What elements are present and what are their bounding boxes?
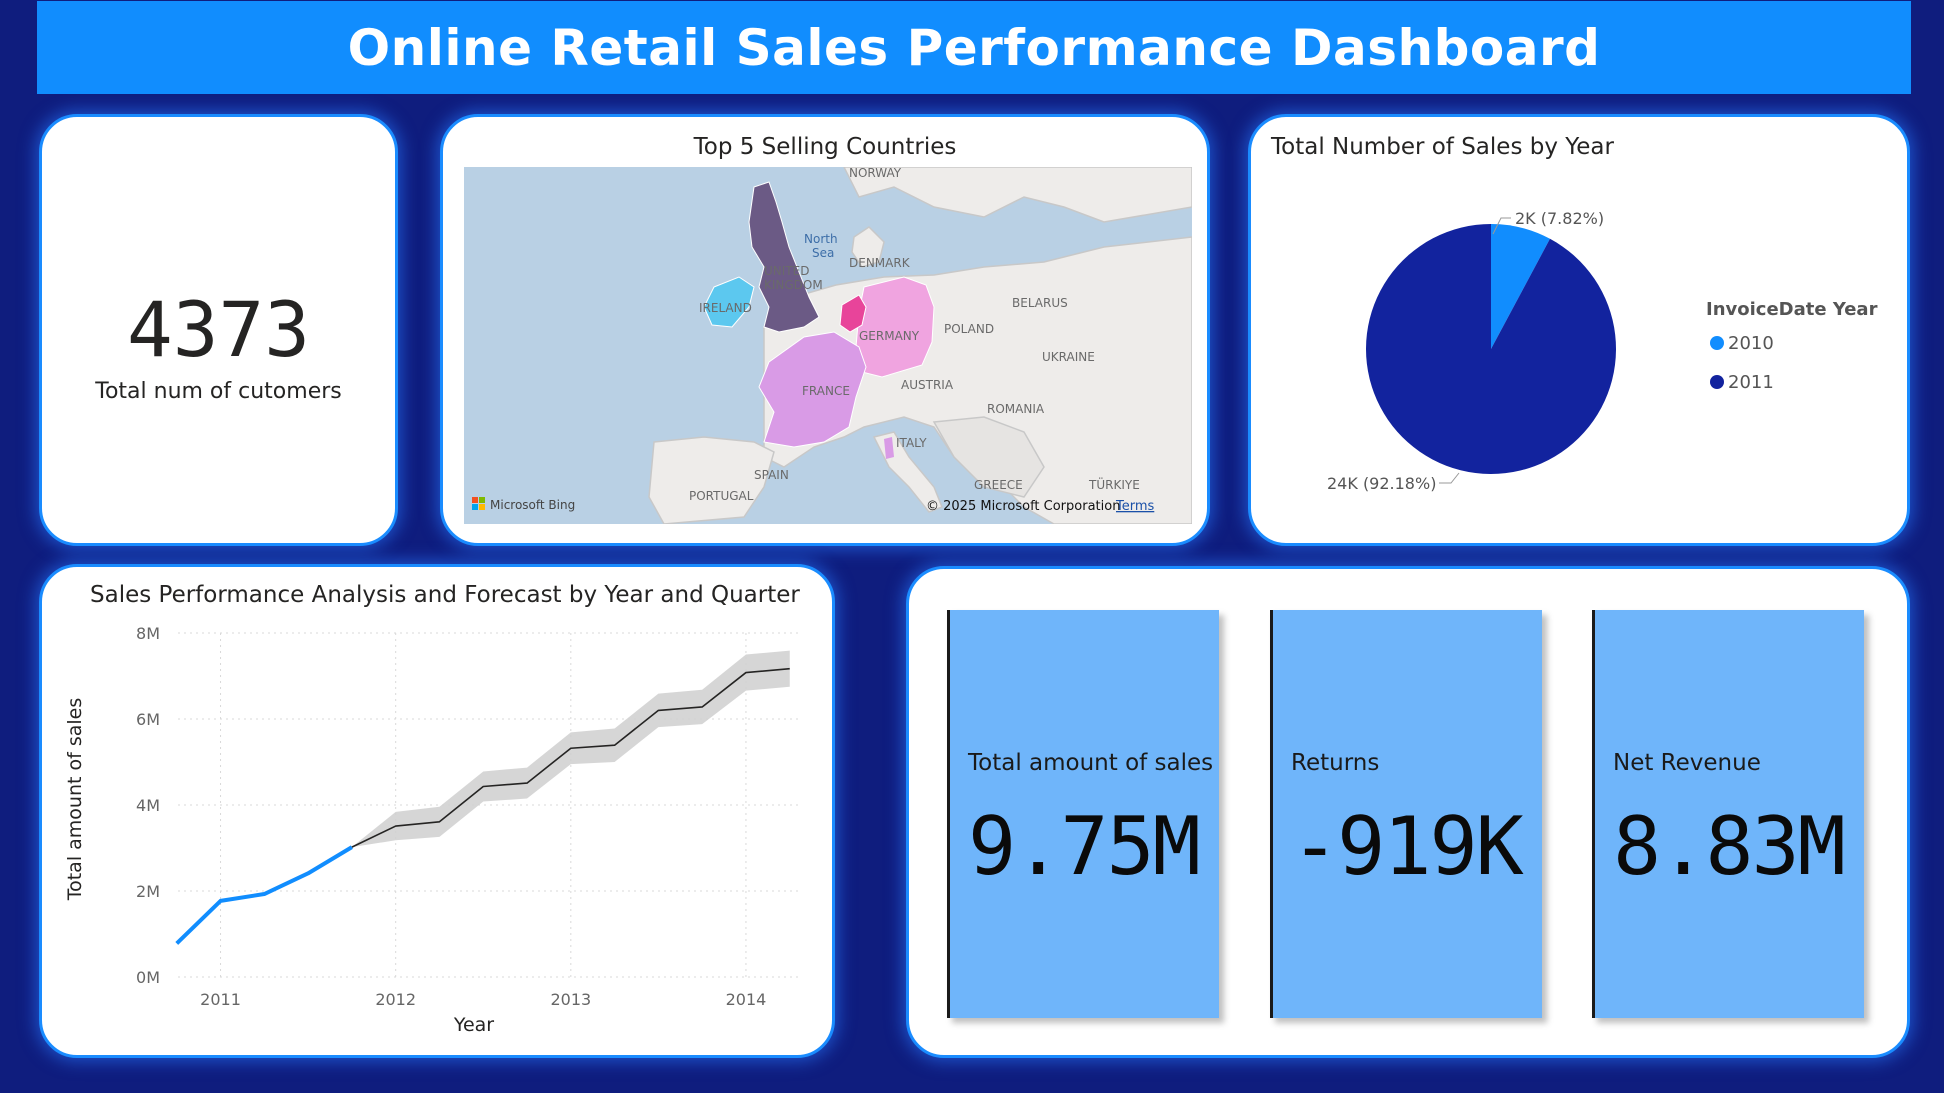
map-card[interactable]: Top 5 Selling Countries NORWAY North Sea…: [440, 114, 1210, 546]
x-tick-label: 2014: [726, 990, 767, 1009]
kpi-label: Net Revenue: [1613, 750, 1761, 776]
customers-value: 4373: [126, 285, 311, 374]
kpi-label: Returns: [1291, 750, 1380, 776]
map-label: DENMARK: [849, 256, 911, 270]
map-label: Sea: [812, 246, 834, 260]
customers-label: Total num of cutomers: [95, 379, 342, 404]
kpi-value: 8.83M: [1613, 800, 1846, 893]
x-tick-label: 2013: [550, 990, 591, 1009]
legend-dot-2011: [1710, 375, 1724, 389]
map-label: AUSTRIA: [901, 378, 954, 392]
map-label: TÜRKIYE: [1088, 476, 1140, 492]
map-label: GERMANY: [859, 329, 920, 343]
y-tick-label: 8M: [136, 624, 160, 643]
map-label: UKRAINE: [1042, 350, 1095, 364]
kpi-tiles-card: Total amount of sales 9.75M Returns -919…: [906, 566, 1910, 1058]
map-title: Top 5 Selling Countries: [693, 134, 957, 160]
legend-label-2010: 2010: [1728, 333, 1774, 354]
pie-chart: 2K (7.82%) 24K (92.18%) InvoiceDate Year…: [1327, 209, 1878, 493]
map-label: ROMANIA: [987, 402, 1045, 416]
map-label: SPAIN: [754, 468, 789, 482]
kpi-tile-net-revenue[interactable]: Net Revenue 8.83M: [1592, 610, 1864, 1018]
map-canvas: NORWAY North Sea DENMARK UNITED KINGDOM …: [472, 167, 1192, 524]
map-brand: Microsoft Bing: [490, 498, 575, 512]
pie-data-label-2010: 2K (7.82%): [1515, 209, 1604, 228]
map-attribution: © 2025 Microsoft Corporation: [926, 499, 1120, 514]
map-terms-link[interactable]: Terms: [1115, 499, 1155, 514]
microsoft-logo-icon: [472, 497, 485, 510]
line-chart-card[interactable]: Sales Performance Analysis and Forecast …: [39, 564, 835, 1058]
kpi-value: 9.75M: [968, 800, 1201, 893]
map-label: North: [804, 232, 838, 246]
y-tick-label: 0M: [136, 968, 160, 987]
country-united-kingdom[interactable]: [748, 181, 820, 333]
y-axis-title: Total amount of sales: [64, 698, 86, 902]
map-label: KINGDOM: [764, 278, 823, 292]
map-label: ITALY: [896, 436, 927, 450]
legend-label-2011: 2011: [1728, 372, 1774, 393]
y-tick-label: 2M: [136, 882, 160, 901]
y-tick-label: 4M: [136, 796, 160, 815]
line-chart: 0M 2M 4M 6M 8M 2011 2012 2013 2014 Year Total am…: [64, 624, 802, 1036]
kpi-value: -919K: [1291, 800, 1524, 893]
dashboard-title: Online Retail Sales Performance Dashboar…: [347, 18, 1601, 77]
map-label: POLAND: [944, 322, 994, 336]
kpi-tile-returns[interactable]: Returns -919K: [1270, 610, 1542, 1018]
map-label: UNITED: [764, 264, 809, 278]
pie-data-label-2011: 24K (92.18%): [1327, 474, 1436, 493]
x-tick-label: 2012: [375, 990, 416, 1009]
map-label: FRANCE: [802, 384, 850, 398]
pie-slice-2011[interactable]: [1366, 224, 1616, 474]
pie-card[interactable]: Total Number of Sales by Year 2K (7.82%)…: [1248, 114, 1910, 546]
map-label: IRELAND: [699, 301, 752, 315]
actual-sales-line[interactable]: [175, 845, 353, 945]
x-tick-label: 2011: [200, 990, 241, 1009]
legend-dot-2010: [1710, 336, 1724, 350]
dashboard-header: Online Retail Sales Performance Dashboar…: [37, 1, 1911, 94]
map-label: BELARUS: [1012, 296, 1068, 310]
legend-title: InvoiceDate Year: [1706, 299, 1878, 320]
pie-leader-2011: [1439, 472, 1460, 484]
y-tick-label: 6M: [136, 710, 160, 729]
map-label: NORWAY: [849, 167, 902, 180]
country-germany[interactable]: [855, 276, 935, 378]
kpi-tile-total-sales[interactable]: Total amount of sales 9.75M: [947, 610, 1219, 1018]
customers-card[interactable]: 4373 Total num of cutomers: [39, 114, 398, 546]
map-label: GREECE: [974, 478, 1023, 492]
x-axis-title: Year: [453, 1014, 494, 1036]
map-label: PORTUGAL: [689, 489, 754, 503]
map-view[interactable]: NORWAY North Sea DENMARK UNITED KINGDOM …: [464, 167, 1192, 524]
kpi-label: Total amount of sales: [968, 750, 1214, 776]
